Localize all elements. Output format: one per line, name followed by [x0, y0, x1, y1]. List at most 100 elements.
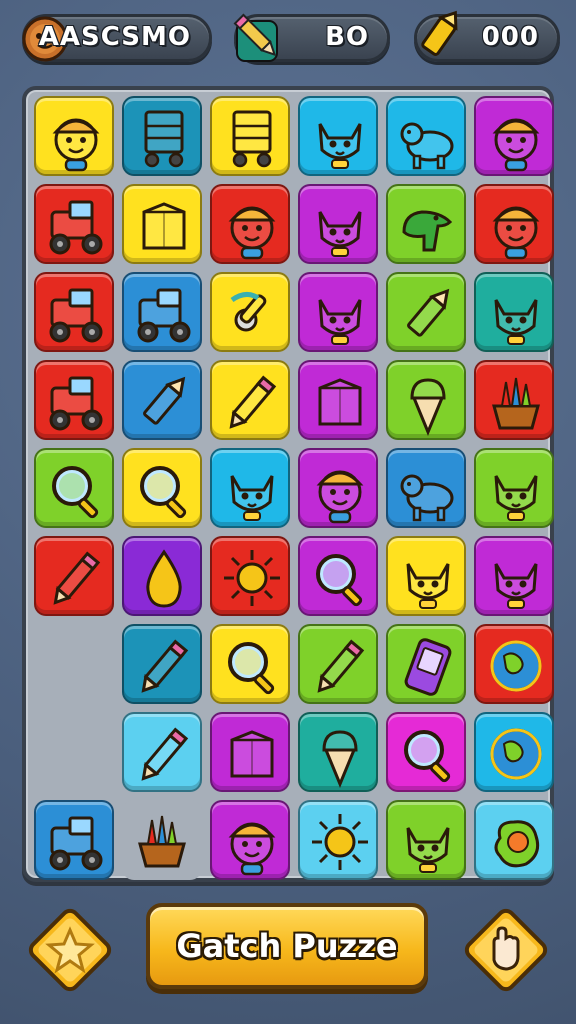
kid-icon — [492, 206, 540, 260]
tile-r6-c4[interactable] — [386, 624, 466, 704]
tile-r5-c1[interactable] — [122, 536, 202, 616]
tile-r1-c1[interactable] — [122, 184, 202, 264]
crayon-icon — [407, 288, 450, 337]
tile-r6-c3[interactable] — [298, 624, 378, 704]
tile-r5-c5[interactable] — [474, 536, 554, 616]
catch-puzzle-button[interactable]: Gatch Puzze — [146, 903, 428, 989]
tile-r3-c4[interactable] — [386, 360, 466, 440]
pencil-icon — [229, 375, 277, 429]
tile-r8-c5[interactable] — [474, 800, 554, 880]
tile-r5-c0[interactable] — [34, 536, 114, 616]
tool-icon — [230, 292, 267, 332]
tile-r1-c4[interactable] — [386, 184, 466, 264]
basket-icon — [138, 815, 186, 868]
icecream-icon — [322, 730, 358, 788]
tile-r5-c4[interactable] — [386, 536, 466, 616]
magnifier-icon — [52, 466, 99, 519]
tile-r7-c5[interactable] — [474, 712, 554, 792]
tile-r3-c2[interactable] — [210, 360, 290, 440]
tile-r0-c1[interactable] — [122, 96, 202, 176]
kid-icon — [492, 118, 540, 172]
pencil-counter: BO — [233, 13, 390, 62]
tile-r8-c2[interactable] — [210, 800, 290, 880]
tile-r7-c2[interactable] — [210, 712, 290, 792]
tile-r2-c4[interactable] — [386, 272, 466, 352]
sun-icon — [312, 814, 368, 870]
tractor-icon — [49, 376, 103, 431]
box-icon — [142, 202, 186, 250]
basket-icon — [492, 377, 540, 430]
tile-r2-c5[interactable] — [474, 272, 554, 352]
cat-icon — [318, 211, 362, 257]
kid-icon — [52, 118, 100, 172]
tile-r0-c4[interactable] — [386, 96, 466, 176]
tile-r5-c2[interactable] — [210, 536, 290, 616]
coin-counter: 000 — [414, 10, 560, 62]
cat-icon — [494, 475, 538, 521]
tile-r3-c5[interactable] — [474, 360, 554, 440]
tile-r0-c5[interactable] — [474, 96, 554, 176]
tile-r7-c3[interactable] — [298, 712, 378, 792]
pencil-icon — [317, 639, 365, 693]
sun-icon — [224, 550, 280, 606]
magnifier-icon — [228, 642, 275, 695]
cat-icon — [406, 827, 450, 873]
hand-icon — [464, 908, 548, 992]
globe-icon — [490, 640, 542, 692]
crayon-icon — [411, 9, 463, 67]
tile-r1-c2[interactable] — [210, 184, 290, 264]
pencil-icon — [53, 551, 101, 605]
pencil-icon — [141, 639, 189, 693]
tile-r4-c0[interactable] — [34, 448, 114, 528]
tile-r3-c3[interactable] — [298, 360, 378, 440]
box-icon — [318, 378, 362, 426]
tile-r2-c0[interactable] — [34, 272, 114, 352]
tile-r3-c0[interactable] — [34, 360, 114, 440]
tile-r6-c2[interactable] — [210, 624, 290, 704]
tile-r0-c0[interactable] — [34, 96, 114, 176]
cat-icon — [230, 475, 274, 521]
kid-icon — [228, 822, 276, 876]
star-button[interactable] — [22, 902, 118, 998]
kid-icon — [228, 206, 276, 260]
globe-icon — [490, 728, 542, 780]
kid-icon — [316, 470, 364, 524]
tile-r7-c1[interactable] — [122, 712, 202, 792]
icecream-icon — [410, 378, 446, 436]
tile-r1-c3[interactable] — [298, 184, 378, 264]
dino-icon — [402, 210, 453, 252]
player-name: AASCSMO — [38, 22, 191, 52]
cat-icon — [318, 299, 362, 345]
cat-icon — [318, 123, 362, 169]
cat-icon — [494, 563, 538, 609]
tile-r4-c4[interactable] — [386, 448, 466, 528]
catch-puzzle-label: Gatch Puzze — [176, 927, 398, 965]
tile-r4-c5[interactable] — [474, 448, 554, 528]
tile-r8-c3[interactable] — [298, 800, 378, 880]
tile-r6-c5[interactable] — [474, 624, 554, 704]
tile-r8-c1[interactable] — [122, 800, 202, 880]
tile-r2-c1[interactable] — [122, 272, 202, 352]
tile-r0-c2[interactable] — [210, 96, 290, 176]
tile-r2-c2[interactable] — [210, 272, 290, 352]
tile-r4-c2[interactable] — [210, 448, 290, 528]
player-pill[interactable]: AASCSMO — [22, 14, 212, 62]
coin-count: 000 — [481, 22, 539, 52]
drop-icon — [146, 549, 182, 608]
tile-r2-c3[interactable] — [298, 272, 378, 352]
tile-r5-c3[interactable] — [298, 536, 378, 616]
tile-r3-c1[interactable] — [122, 360, 202, 440]
tile-r7-c4[interactable] — [386, 712, 466, 792]
tile-r6-c1[interactable] — [122, 624, 202, 704]
tile-r4-c1[interactable] — [122, 448, 202, 528]
tile-r1-c0[interactable] — [34, 184, 114, 264]
top-bar: AASCSMO BO 000 — [0, 0, 576, 80]
tile-r8-c4[interactable] — [386, 800, 466, 880]
magnifier-icon — [316, 554, 363, 607]
tile-r1-c5[interactable] — [474, 184, 554, 264]
tile-r4-c3[interactable] — [298, 448, 378, 528]
crayon-icon — [143, 376, 186, 425]
tile-r0-c3[interactable] — [298, 96, 378, 176]
tile-r8-c0[interactable] — [34, 800, 114, 880]
hand-button[interactable] — [458, 902, 554, 998]
